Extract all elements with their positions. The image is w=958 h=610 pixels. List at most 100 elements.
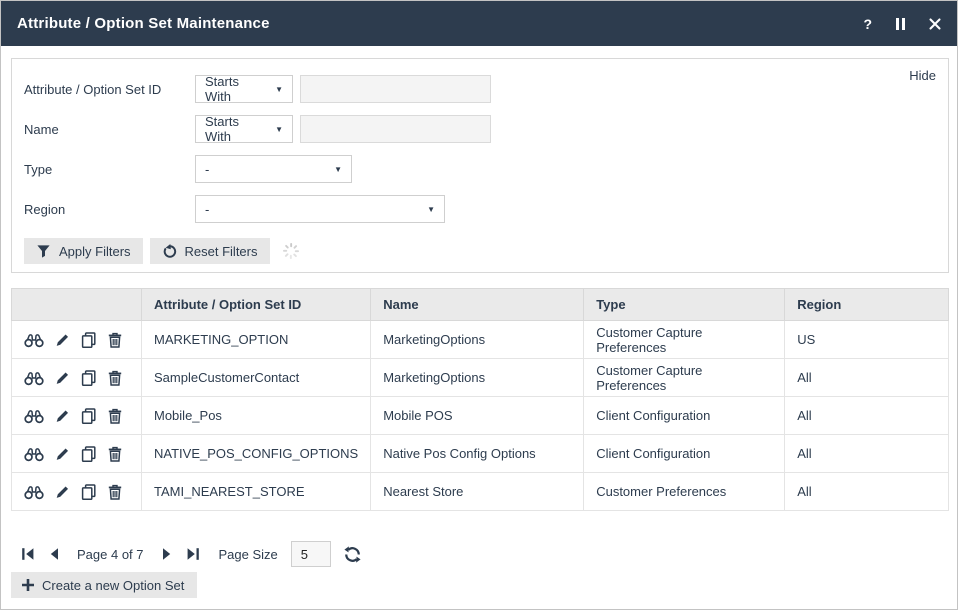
- view-binoculars-icon[interactable]: [24, 484, 44, 500]
- apply-filters-label: Apply Filters: [59, 244, 131, 259]
- cell-type: Customer Capture Preferences: [584, 359, 785, 397]
- cell-name: MarketingOptions: [371, 359, 584, 397]
- filter-label-type: Type: [24, 162, 195, 177]
- filter-panel: Hide Attribute / Option Set ID Starts Wi…: [11, 58, 949, 273]
- chevron-down-icon: ▼: [275, 85, 283, 94]
- reset-undo-icon: [162, 244, 177, 259]
- filter-funnel-icon: [36, 244, 51, 259]
- option-set-table: Attribute / Option Set ID Name Type Regi…: [11, 288, 949, 511]
- chevron-down-icon: ▼: [427, 205, 435, 214]
- column-header-name: Name: [371, 289, 584, 321]
- reset-filters-button[interactable]: Reset Filters: [150, 238, 270, 264]
- filter-row-attribute-id: Attribute / Option Set ID Starts With ▼: [24, 75, 491, 103]
- edit-pencil-icon[interactable]: [55, 446, 70, 462]
- cell-name: Nearest Store: [371, 473, 584, 511]
- cell-name: Mobile POS: [371, 397, 584, 435]
- page-size-label: Page Size: [219, 547, 278, 562]
- cell-region: US: [785, 321, 949, 359]
- pagination-bar: Page 4 of 7 Page Size: [21, 539, 361, 569]
- cell-id: TAMI_NEAREST_STORE: [142, 473, 371, 511]
- edit-pencil-icon[interactable]: [55, 408, 70, 424]
- view-binoculars-icon[interactable]: [24, 446, 44, 462]
- copy-icon[interactable]: [81, 484, 97, 500]
- window-title: Attribute / Option Set Maintenance: [17, 15, 270, 32]
- create-option-set-button[interactable]: Create a new Option Set: [11, 572, 197, 598]
- copy-icon[interactable]: [81, 370, 97, 386]
- cell-type: Customer Preferences: [584, 473, 785, 511]
- hide-filters-link[interactable]: Hide: [909, 68, 936, 83]
- title-bar: Attribute / Option Set Maintenance ?: [1, 1, 957, 46]
- view-binoculars-icon[interactable]: [24, 370, 44, 386]
- cell-name: Native Pos Config Options: [371, 435, 584, 473]
- previous-page-icon[interactable]: [48, 547, 62, 561]
- delete-trash-icon[interactable]: [108, 446, 122, 462]
- name-operator-value: Starts With: [205, 114, 267, 144]
- region-dropdown[interactable]: - ▼: [195, 195, 445, 223]
- cell-region: All: [785, 473, 949, 511]
- pause-icon[interactable]: [896, 18, 905, 30]
- cell-region: All: [785, 359, 949, 397]
- table-header-row: Attribute / Option Set ID Name Type Regi…: [12, 289, 949, 321]
- filter-row-name: Name Starts With ▼: [24, 115, 491, 143]
- name-operator-dropdown[interactable]: Starts With ▼: [195, 115, 293, 143]
- edit-pencil-icon[interactable]: [55, 332, 70, 348]
- column-header-region: Region: [785, 289, 949, 321]
- cell-id: Mobile_Pos: [142, 397, 371, 435]
- copy-icon[interactable]: [81, 446, 97, 462]
- edit-pencil-icon[interactable]: [55, 484, 70, 500]
- apply-filters-button[interactable]: Apply Filters: [24, 238, 143, 264]
- table-row: MARKETING_OPTION MarketingOptions Custom…: [12, 321, 949, 359]
- delete-trash-icon[interactable]: [108, 370, 122, 386]
- copy-icon[interactable]: [81, 332, 97, 348]
- filter-label-attribute-id: Attribute / Option Set ID: [24, 82, 195, 97]
- reset-filters-label: Reset Filters: [185, 244, 258, 259]
- cell-id: MARKETING_OPTION: [142, 321, 371, 359]
- actions-column-header: [12, 289, 142, 321]
- cell-type: Client Configuration: [584, 435, 785, 473]
- filter-label-name: Name: [24, 122, 195, 137]
- plus-icon: [22, 579, 34, 591]
- region-selected-value: -: [205, 202, 209, 217]
- attribute-id-operator-dropdown[interactable]: Starts With ▼: [195, 75, 293, 103]
- attribute-id-filter-input[interactable]: [300, 75, 491, 103]
- chevron-down-icon: ▼: [334, 165, 342, 174]
- next-page-icon[interactable]: [159, 547, 173, 561]
- page-indicator: Page 4 of 7: [77, 547, 144, 562]
- filter-label-region: Region: [24, 202, 195, 217]
- table-row: SampleCustomerContact MarketingOptions C…: [12, 359, 949, 397]
- cell-id: SampleCustomerContact: [142, 359, 371, 397]
- delete-trash-icon[interactable]: [108, 408, 122, 424]
- view-binoculars-icon[interactable]: [24, 408, 44, 424]
- view-binoculars-icon[interactable]: [24, 332, 44, 348]
- type-selected-value: -: [205, 162, 209, 177]
- table-row: TAMI_NEAREST_STORE Nearest Store Custome…: [12, 473, 949, 511]
- filter-row-region: Region - ▼: [24, 195, 445, 223]
- create-option-set-label: Create a new Option Set: [42, 578, 184, 593]
- help-icon[interactable]: ?: [863, 17, 872, 31]
- attribute-option-set-maintenance-window: Attribute / Option Set Maintenance ? Hid…: [0, 0, 958, 610]
- table-row: Mobile_Pos Mobile POS Client Configurati…: [12, 397, 949, 435]
- close-icon[interactable]: [929, 18, 941, 30]
- filter-actions: Apply Filters Reset Filters: [24, 238, 299, 264]
- delete-trash-icon[interactable]: [108, 332, 122, 348]
- last-page-icon[interactable]: [186, 547, 200, 561]
- delete-trash-icon[interactable]: [108, 484, 122, 500]
- cell-type: Customer Capture Preferences: [584, 321, 785, 359]
- column-header-type: Type: [584, 289, 785, 321]
- loading-spinner-icon: [283, 243, 299, 259]
- name-filter-input[interactable]: [300, 115, 491, 143]
- cell-region: All: [785, 397, 949, 435]
- table-row: NATIVE_POS_CONFIG_OPTIONS Native Pos Con…: [12, 435, 949, 473]
- window-controls: ?: [863, 17, 941, 31]
- page-size-input[interactable]: [291, 541, 331, 567]
- attribute-id-operator-value: Starts With: [205, 74, 267, 104]
- type-dropdown[interactable]: - ▼: [195, 155, 352, 183]
- cell-region: All: [785, 435, 949, 473]
- copy-icon[interactable]: [81, 408, 97, 424]
- edit-pencil-icon[interactable]: [55, 370, 70, 386]
- cell-type: Client Configuration: [584, 397, 785, 435]
- column-header-id: Attribute / Option Set ID: [142, 289, 371, 321]
- first-page-icon[interactable]: [21, 547, 35, 561]
- refresh-icon[interactable]: [344, 546, 361, 563]
- chevron-down-icon: ▼: [275, 125, 283, 134]
